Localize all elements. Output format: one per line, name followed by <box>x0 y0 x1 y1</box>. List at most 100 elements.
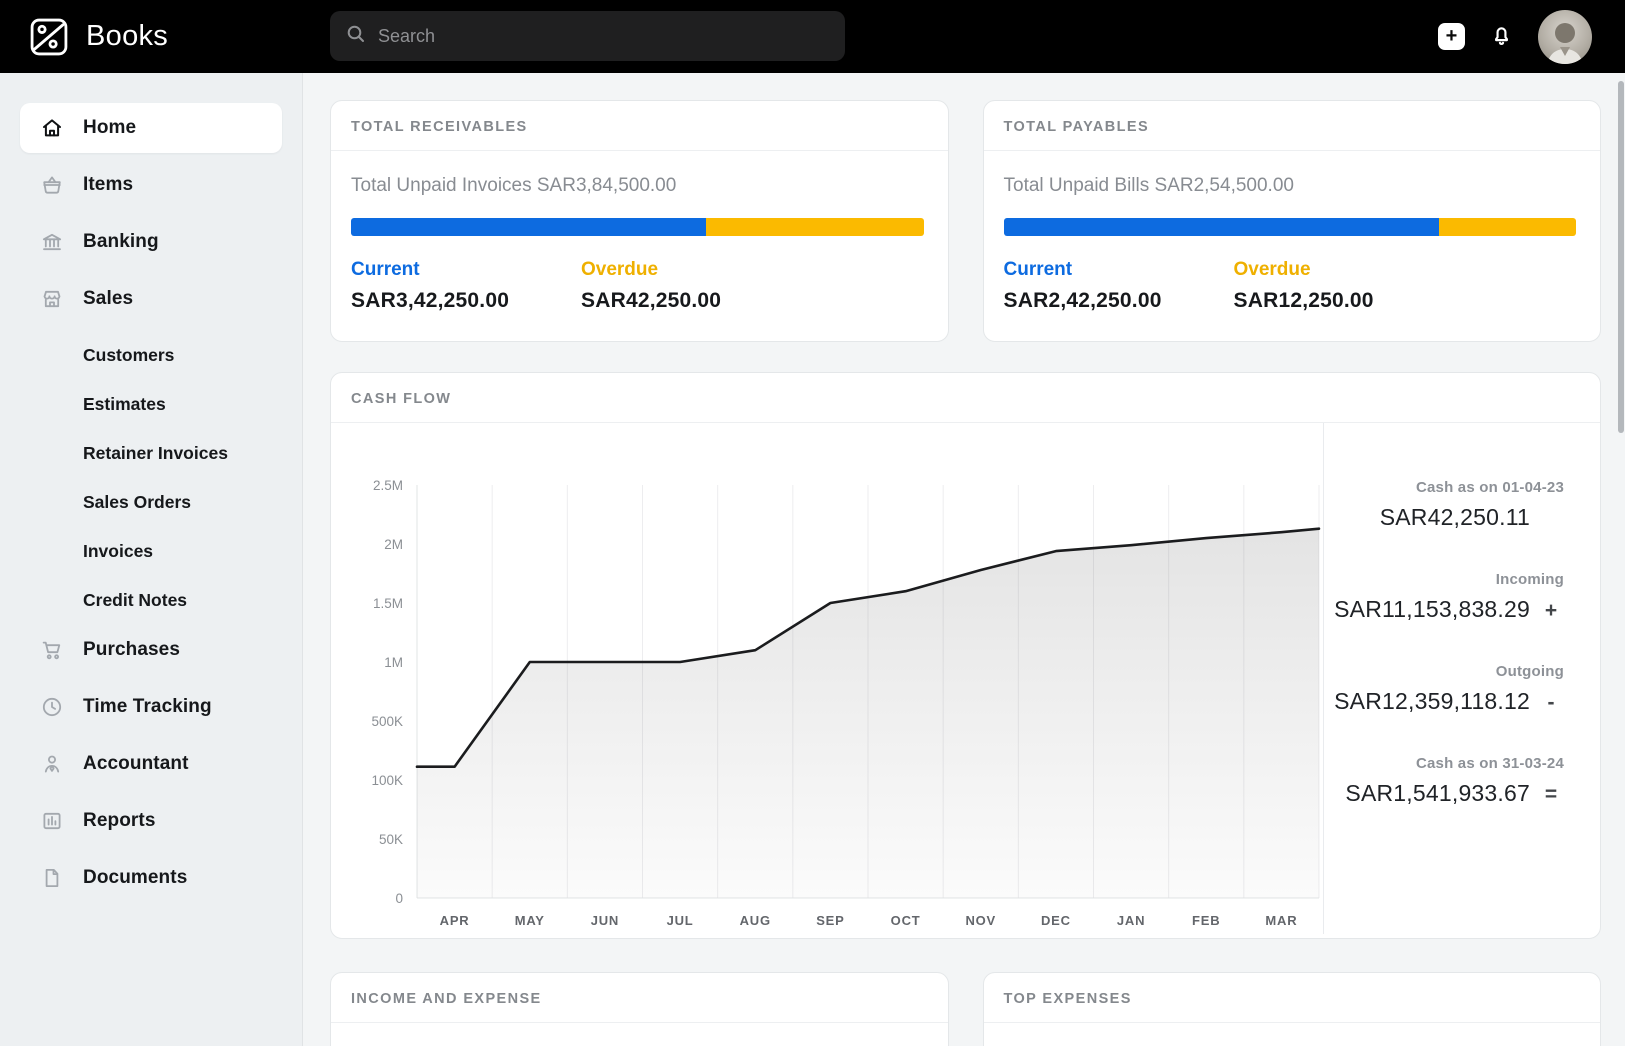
current-value: SAR2,42,250.00 <box>1004 289 1234 313</box>
svg-text:100K: 100K <box>371 773 403 788</box>
svg-text:JUN: JUN <box>591 913 619 928</box>
sidebar-subitem-label: Invoices <box>83 541 153 562</box>
summary-value: SAR1,541,933.67 <box>1345 780 1530 807</box>
svg-text:SEP: SEP <box>816 913 844 928</box>
user-avatar[interactable] <box>1538 10 1592 64</box>
storefront-icon <box>40 287 64 311</box>
current-segment <box>1004 218 1439 236</box>
cashflow-summary-row: Cash as on 31-03-24SAR1,541,933.67= <box>1324 755 1564 807</box>
svg-text:50K: 50K <box>379 832 403 847</box>
sidebar-item-home[interactable]: Home <box>20 103 282 153</box>
search-input[interactable] <box>378 26 829 47</box>
svg-text:MAR: MAR <box>1265 913 1297 928</box>
top-expenses-card: TOP EXPENSES <box>983 972 1602 1046</box>
cashflow-summary-row: IncomingSAR11,153,838.29+ <box>1324 571 1564 623</box>
summary-operator: + <box>1538 599 1564 623</box>
income-and-expense-card: INCOME AND EXPENSE <box>330 972 949 1046</box>
sidebar-item-banking[interactable]: Banking <box>20 217 282 267</box>
person-icon <box>40 752 64 776</box>
overdue-value: SAR42,250.00 <box>581 289 721 313</box>
sidebar-item-label: Reports <box>83 810 156 832</box>
bank-icon <box>40 230 64 254</box>
books-logo-icon <box>28 16 70 58</box>
cashflow-summary-row: Cash as on 01-04-23 SAR42,250.11 <box>1324 479 1564 531</box>
cash-flow-chart: 050K100K500K1M1.5M2M2.5MAPRMAYJUNJULAUGS… <box>331 423 1323 934</box>
sidebar-item-label: Accountant <box>83 753 189 775</box>
sidebar-subitem-invoices[interactable]: Invoices <box>20 527 282 576</box>
plus-icon: + <box>1446 26 1458 46</box>
app-logo[interactable]: Books <box>28 16 168 58</box>
svg-text:MAY: MAY <box>515 913 545 928</box>
svg-text:2.5M: 2.5M <box>373 478 403 493</box>
total-receivables-card: TOTAL RECEIVABLES Total Unpaid Invoices … <box>330 100 949 342</box>
payables-progress-bar <box>1004 218 1577 236</box>
summary-label: Cash as on 01-04-23 <box>1324 479 1564 496</box>
sidebar: Home Items Banking Sales CustomersEstimates R… <box>0 73 303 1046</box>
card-title: TOP EXPENSES <box>984 973 1601 1023</box>
sidebar-item-accountant[interactable]: Accountant <box>20 739 282 789</box>
sidebar-subitem-credit-notes[interactable]: Credit Notes <box>20 576 282 625</box>
sidebar-subitem-customers[interactable]: Customers <box>20 331 282 380</box>
sidebar-item-label: Items <box>83 174 133 196</box>
current-value: SAR3,42,250.00 <box>351 289 581 313</box>
unpaid-invoices-summary: Total Unpaid Invoices SAR3,84,500.00 <box>351 175 924 197</box>
sidebar-subitem-label: Retainer Invoices <box>83 443 228 464</box>
sidebar-item-time-tracking[interactable]: Time Tracking <box>20 682 282 732</box>
svg-text:0: 0 <box>395 891 403 906</box>
home-icon <box>40 116 64 140</box>
cash-flow-card: CASH FLOW 050K100K500K1M1.5M2M2.5MAPRMAY… <box>330 372 1601 939</box>
scrollbar[interactable] <box>1618 81 1624 1039</box>
sidebar-item-purchases[interactable]: Purchases <box>20 625 282 675</box>
sidebar-item-label: Documents <box>83 867 187 889</box>
sidebar-subitem-estimates[interactable]: Estimates <box>20 380 282 429</box>
overdue-segment <box>1439 218 1576 236</box>
card-title: TOTAL RECEIVABLES <box>331 101 948 151</box>
sidebar-item-label: Sales <box>83 288 133 310</box>
sidebar-nav: Home Items Banking Sales CustomersEstimates R… <box>0 103 302 903</box>
svg-text:NOV: NOV <box>965 913 996 928</box>
bar-chart-icon <box>40 809 64 833</box>
sidebar-item-sales[interactable]: Sales <box>20 274 282 324</box>
summary-operator: - <box>1538 691 1564 715</box>
svg-text:OCT: OCT <box>891 913 921 928</box>
svg-text:2M: 2M <box>384 537 403 552</box>
cashflow-summary-row: Outgoing SAR12,359,118.12- <box>1324 663 1564 715</box>
svg-text:1.5M: 1.5M <box>373 596 403 611</box>
sidebar-subitem-sales-orders[interactable]: Sales Orders <box>20 478 282 527</box>
sidebar-item-reports[interactable]: Reports <box>20 796 282 846</box>
svg-text:FEB: FEB <box>1192 913 1220 928</box>
global-search[interactable] <box>330 11 845 61</box>
current-label: Current <box>1004 259 1234 281</box>
sidebar-item-label: Time Tracking <box>83 696 212 718</box>
svg-text:500K: 500K <box>371 714 403 729</box>
bell-icon <box>1488 21 1515 53</box>
svg-text:JAN: JAN <box>1117 913 1145 928</box>
summary-value: SAR12,359,118.12 <box>1334 688 1530 715</box>
notifications-button[interactable] <box>1488 21 1515 53</box>
sidebar-subitem-label: Credit Notes <box>83 590 187 611</box>
sidebar-item-items[interactable]: Items <box>20 160 282 210</box>
svg-text:JUL: JUL <box>667 913 694 928</box>
cart-icon <box>40 638 64 662</box>
svg-text:AUG: AUG <box>740 913 771 928</box>
clock-icon <box>40 695 64 719</box>
svg-text:DEC: DEC <box>1041 913 1071 928</box>
summary-value: SAR42,250.11 <box>1380 504 1530 531</box>
document-icon <box>40 866 64 890</box>
overdue-value: SAR12,250.00 <box>1234 289 1374 313</box>
summary-operator: = <box>1538 783 1564 807</box>
card-title: CASH FLOW <box>331 373 1600 423</box>
quick-add-button[interactable]: + <box>1438 23 1465 50</box>
summary-label: Outgoing <box>1324 663 1564 680</box>
svg-text:APR: APR <box>440 913 470 928</box>
overdue-label: Overdue <box>1234 259 1374 281</box>
sidebar-item-label: Purchases <box>83 639 180 661</box>
overdue-segment <box>706 218 924 236</box>
sidebar-item-label: Banking <box>83 231 159 253</box>
basket-icon <box>40 173 64 197</box>
scrollbar-thumb[interactable] <box>1618 81 1624 433</box>
sidebar-item-documents[interactable]: Documents <box>20 853 282 903</box>
sidebar-subitem-retainer-invoices[interactable]: Retainer Invoices <box>20 429 282 478</box>
unpaid-bills-summary: Total Unpaid Bills SAR2,54,500.00 <box>1004 175 1577 197</box>
card-title: TOTAL PAYABLES <box>984 101 1601 151</box>
